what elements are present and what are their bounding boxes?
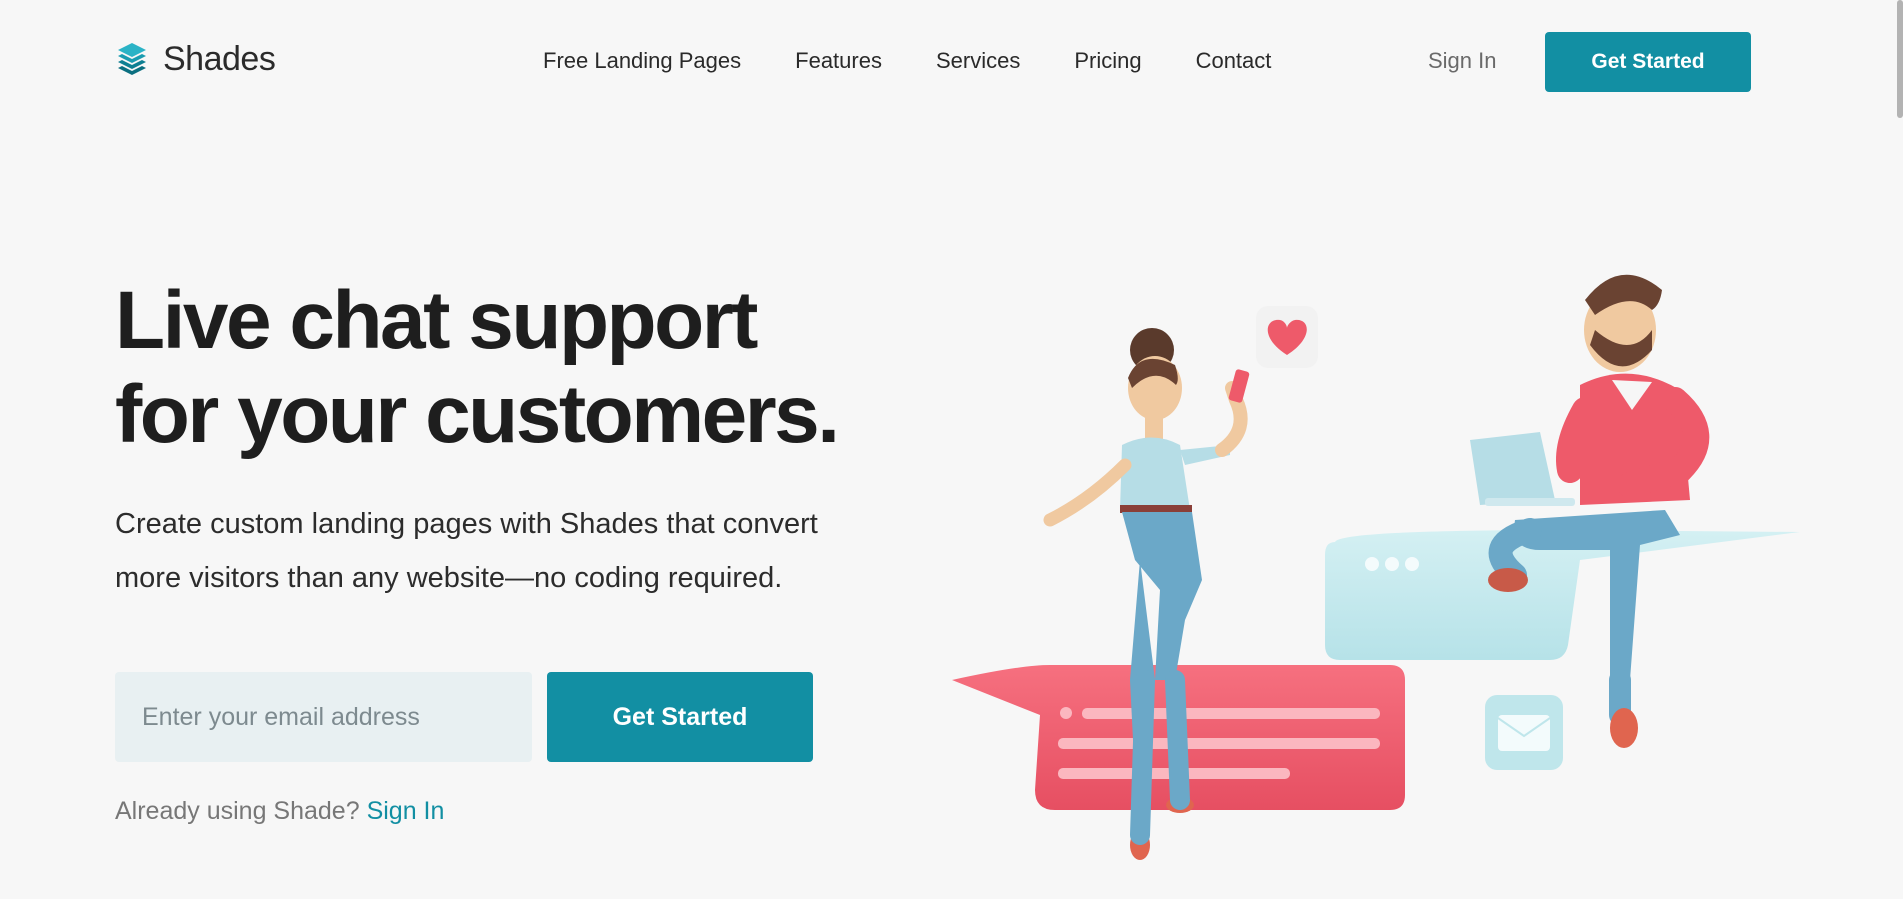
email-input[interactable] bbox=[115, 672, 532, 762]
heart-bubble bbox=[1256, 306, 1318, 368]
hero-subtext-line1: Create custom landing pages with Shades … bbox=[115, 508, 818, 540]
page-scrollbar[interactable] bbox=[1897, 0, 1903, 118]
stacked-layers-icon bbox=[118, 42, 146, 75]
brand-name: Shades bbox=[163, 40, 276, 78]
hero-headline: Live chat support for your customers. bbox=[115, 274, 915, 462]
already-using-text: Already using Shade? Sign In bbox=[115, 797, 444, 826]
header-sign-in-link[interactable]: Sign In bbox=[1428, 48, 1497, 74]
hero-headline-line1: Live chat support bbox=[115, 275, 758, 366]
already-using-label: Already using Shade? bbox=[115, 797, 360, 825]
nav-item-free-landing-pages[interactable]: Free Landing Pages bbox=[543, 48, 741, 74]
hero-subtext: Create custom landing pages with Shades … bbox=[115, 497, 905, 605]
chat-support-illustration-icon bbox=[952, 274, 1800, 860]
header-get-started-button[interactable]: Get Started bbox=[1545, 32, 1751, 92]
brand-logo[interactable]: Shades bbox=[115, 40, 276, 79]
main-nav: Free Landing Pages Features Services Pri… bbox=[543, 48, 1325, 74]
nav-item-contact[interactable]: Contact bbox=[1196, 48, 1272, 74]
hero-sign-in-link[interactable]: Sign In bbox=[367, 797, 445, 825]
hero-subtext-line2: more visitors than any website—no coding… bbox=[115, 562, 783, 594]
landing-page: Shades Free Landing Pages Features Servi… bbox=[0, 0, 1903, 899]
nav-item-features[interactable]: Features bbox=[795, 48, 882, 74]
nav-item-pricing[interactable]: Pricing bbox=[1074, 48, 1141, 74]
hero-get-started-button[interactable]: Get Started bbox=[547, 672, 813, 762]
hero-headline-line2: for your customers. bbox=[115, 369, 840, 460]
nav-item-services[interactable]: Services bbox=[936, 48, 1020, 74]
man-figure bbox=[1470, 274, 1710, 748]
mail-bubble bbox=[1485, 695, 1563, 770]
